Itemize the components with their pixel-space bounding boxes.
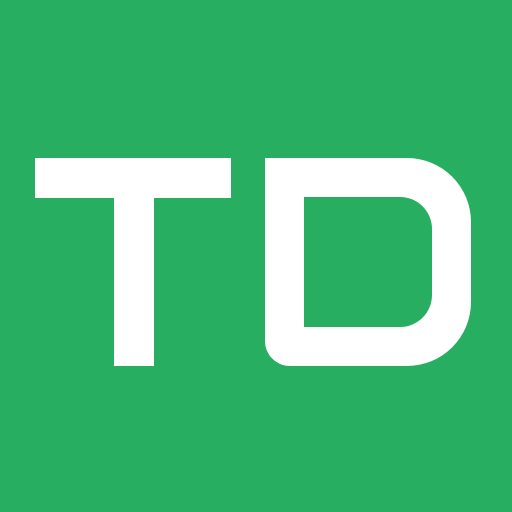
logo-tile (0, 0, 512, 512)
td-logo (0, 0, 512, 512)
